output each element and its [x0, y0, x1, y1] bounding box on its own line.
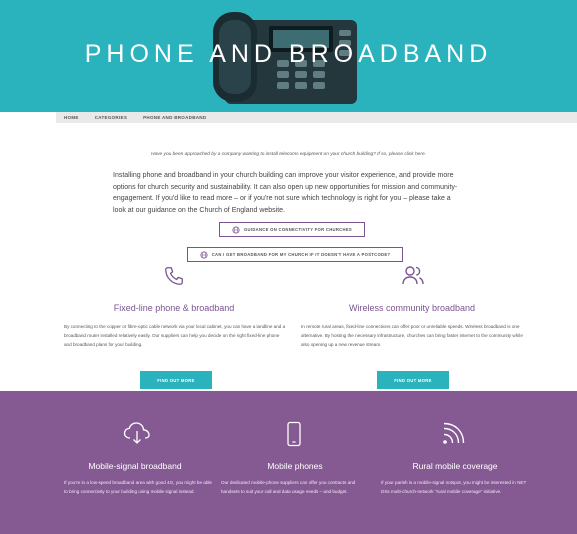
hero-banner: PHONE AND BROADBAND [0, 0, 577, 112]
globe-icon [200, 250, 208, 259]
guidance-button[interactable]: GUIDANCE ON CONNECTIVITY FOR CHURCHES [219, 222, 365, 237]
mobile-signal-text: If you're in a low-speed broadband area … [64, 480, 212, 494]
postcode-button[interactable]: CAN I GET BROADBAND FOR MY CHURCH IF IT … [187, 247, 403, 262]
intro-paragraph: Installing phone and broadband in your c… [113, 172, 458, 214]
users-icon [402, 266, 424, 285]
rural-coverage-title: Rural mobile coverage [412, 461, 498, 471]
fixed-line-title: Fixed-line phone & broadband [113, 303, 235, 313]
wireless-title: Wireless community broadband [348, 303, 476, 313]
mobile-phones-text: Our dedicated mobile-phone suppliers can… [221, 480, 356, 494]
phone-icon [165, 267, 183, 285]
cloud-download-icon [123, 422, 150, 444]
page-title: PHONE AND BROADBAND [84, 40, 493, 68]
wireless-find-out-more-button[interactable]: FIND OUT MORE [377, 371, 449, 389]
signal-icon [443, 422, 465, 444]
nav-item-categories[interactable]: CATEGORIES [95, 115, 127, 120]
mobile-phone-icon [287, 421, 301, 447]
rural-coverage-text: If your parish is a mobile-signal notspo… [381, 480, 527, 494]
mobile-services-section: Mobile-signal broadband If you're in a l… [0, 391, 577, 534]
nav-item-home[interactable]: HOME [64, 115, 79, 120]
breadcrumb-nav: HOME CATEGORIES PHONE AND BROADBAND [56, 112, 577, 123]
mobile-phones-title: Mobile phones [267, 461, 323, 471]
telecoms-notice-link[interactable]: Have you been approached by a company wa… [0, 152, 577, 157]
nav-item-phone-broadband[interactable]: PHONE AND BROADBAND [143, 115, 206, 120]
fixed-line-find-out-more-button[interactable]: FIND OUT MORE [140, 371, 212, 389]
guidance-button-label: GUIDANCE ON CONNECTIVITY FOR CHURCHES [243, 227, 353, 232]
fixed-line-text: By connecting to the copper or fibre-opt… [64, 324, 286, 347]
wireless-text: In remote rural areas, fixed-line connec… [301, 324, 523, 347]
globe-icon [232, 225, 240, 234]
mobile-signal-title: Mobile-signal broadband [88, 461, 182, 471]
postcode-button-label: CAN I GET BROADBAND FOR MY CHURCH IF IT … [211, 252, 391, 257]
